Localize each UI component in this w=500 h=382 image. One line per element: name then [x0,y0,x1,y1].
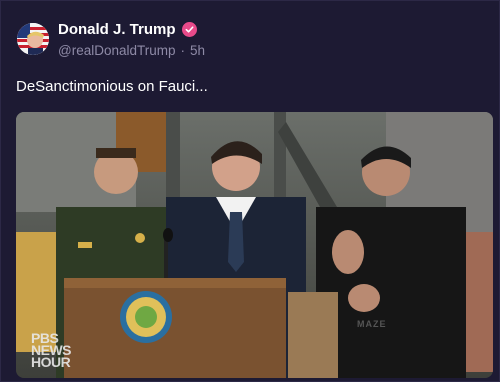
author-name[interactable]: Donald J. Trump [58,21,176,38]
verified-badge-icon [181,21,197,37]
avatar-image [17,23,49,55]
author-block: Donald J. Trump @realDonaldTrump · 5h [58,19,205,59]
post-text: DeSanctimonious on Fauci... [16,78,208,95]
handle-row: @realDonaldTrump · 5h [58,43,205,58]
author-avatar[interactable] [17,23,49,55]
video-thumbnail [16,112,493,378]
watermark-line-3: HOUR [31,354,71,370]
author-handle[interactable]: @realDonaldTrump [58,43,176,58]
post-time[interactable]: 5h [190,43,205,58]
meta-separator: · [180,43,186,58]
video-media[interactable]: PBS NEWS HOUR MAZE [16,112,493,378]
post-card[interactable]: Donald J. Trump @realDonaldTrump · 5h De… [0,0,500,382]
pbs-newshour-watermark: PBS NEWS HOUR [31,331,81,370]
podium-label: MAZE [357,319,387,329]
